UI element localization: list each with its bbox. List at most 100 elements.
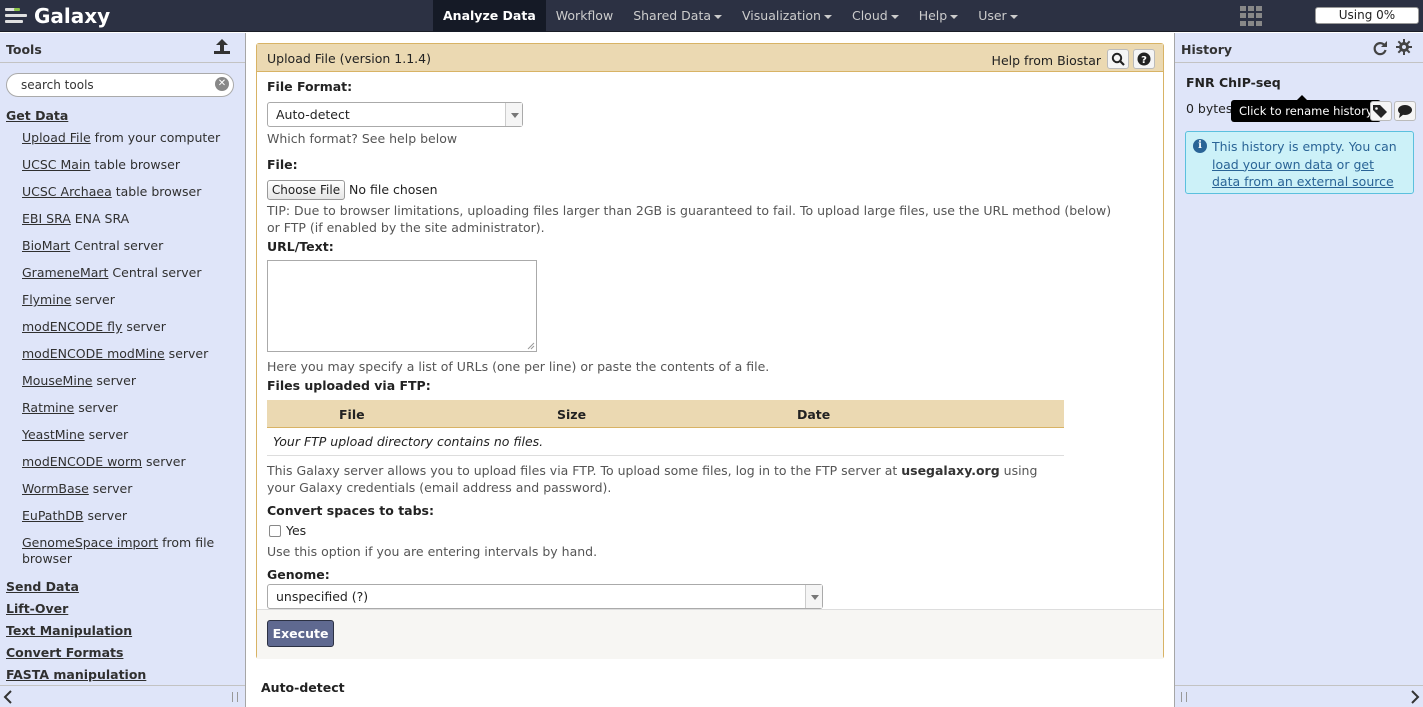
url-text-area[interactable] — [267, 260, 537, 352]
convert-spaces-option[interactable]: Yes — [286, 523, 306, 538]
tool-item[interactable]: modENCODE modMine server — [0, 346, 245, 373]
tool-link[interactable]: YeastMine — [22, 427, 85, 442]
resize-grip-icon[interactable] — [1181, 692, 1187, 702]
tool-link[interactable]: UCSC Archaea — [22, 184, 112, 199]
tool-link[interactable]: Upload File — [22, 130, 91, 145]
tool-item[interactable]: MouseMine server — [0, 373, 245, 400]
galaxy-logo-icon — [2, 3, 30, 29]
tool-item[interactable]: WormBase server — [0, 481, 245, 508]
nav-tab-analyze-data[interactable]: Analyze Data — [433, 0, 546, 32]
tool-description: table browser — [90, 157, 180, 172]
file-label: File: — [267, 157, 298, 172]
chevron-down-icon — [805, 585, 822, 608]
caret-down-icon — [890, 14, 899, 19]
collapse-left-icon[interactable] — [3, 690, 13, 704]
form-title-bar: Upload File (version 1.1.4) Help from Bi… — [257, 44, 1163, 72]
refresh-icon[interactable] — [1372, 40, 1388, 56]
main-nav: Analyze Data Workflow Shared Data Visualiza… — [433, 0, 1028, 32]
choose-file-button[interactable]: Choose File — [267, 180, 345, 200]
caret-down-icon — [950, 14, 959, 19]
tools-panel: Tools search tools ✕ Get Data Upload Fil… — [0, 33, 246, 707]
tool-item[interactable]: EBI SRA ENA SRA — [0, 211, 245, 238]
tool-item[interactable]: GrameneMart Central server — [0, 265, 245, 292]
tool-link[interactable]: GenomeSpace import — [22, 535, 158, 550]
tool-link[interactable]: modENCODE modMine — [22, 346, 165, 361]
url-text-label: URL/Text: — [267, 239, 334, 254]
gear-icon[interactable] — [1396, 39, 1412, 55]
load-own-data-link[interactable]: load your own data — [1212, 157, 1333, 172]
tool-link[interactable]: Ratmine — [22, 400, 74, 415]
tool-item[interactable]: modENCODE worm server — [0, 454, 245, 481]
nav-tab-user[interactable]: User — [968, 0, 1028, 32]
tool-item[interactable]: Ratmine server — [0, 400, 245, 427]
tool-description: from your computer — [90, 130, 221, 145]
tags-button[interactable] — [1370, 101, 1392, 121]
clear-search-icon[interactable]: ✕ — [215, 77, 229, 91]
tags-icon — [1373, 105, 1387, 118]
file-tip: TIP: Due to browser limitations, uploadi… — [267, 203, 1112, 235]
tool-link[interactable]: WormBase — [22, 481, 89, 496]
genome-label: Genome: — [267, 567, 330, 582]
tools-container: Upload File from your computer UCSC Main … — [0, 130, 245, 579]
ftp-table-header: File Size Date — [267, 400, 1064, 428]
tool-description: server — [92, 373, 136, 388]
nav-tab-visualization[interactable]: Visualization — [732, 0, 842, 32]
apps-grid-icon[interactable] — [1240, 6, 1262, 26]
tool-item[interactable]: EuPathDB server — [0, 508, 245, 535]
tool-search-input[interactable]: search tools — [6, 73, 234, 97]
tool-item[interactable]: YeastMine server — [0, 427, 245, 454]
caret-down-icon — [823, 14, 832, 19]
brand[interactable]: Galaxy — [2, 3, 110, 29]
file-format-select[interactable]: Auto-detect — [267, 102, 523, 127]
tool-item[interactable]: GenomeSpace import from file browser — [0, 535, 220, 579]
comment-icon — [1398, 105, 1412, 118]
tool-section-get-data[interactable]: Get Data — [0, 108, 245, 130]
convert-spaces-checkbox[interactable] — [269, 525, 281, 537]
tool-link[interactable]: Flymine — [22, 292, 71, 307]
tools-panel-header: Tools — [0, 33, 245, 63]
tool-description: table browser — [111, 184, 202, 199]
help-button[interactable]: ? — [1133, 49, 1155, 69]
tool-section-convert-formats[interactable]: Convert Formats — [0, 645, 245, 667]
nav-tab-label: Workflow — [555, 8, 614, 23]
upload-icon[interactable] — [213, 39, 231, 55]
tool-section-text-manipulation[interactable]: Text Manipulation — [0, 623, 245, 645]
tool-item[interactable]: UCSC Main table browser — [0, 157, 245, 184]
sections-container: Send Data Lift-Over Text Manipulation Conve… — [0, 579, 245, 689]
tool-item[interactable]: modENCODE fly server — [0, 319, 245, 346]
tool-section-send-data[interactable]: Send Data — [0, 579, 245, 601]
ftp-col-size: Size — [557, 407, 587, 422]
help-section-heading: Auto-detect — [261, 680, 345, 695]
tool-link[interactable]: UCSC Main — [22, 157, 90, 172]
search-biostar-button[interactable] — [1107, 49, 1129, 69]
tool-link[interactable]: modENCODE fly — [22, 319, 122, 334]
nav-tab-shared-data[interactable]: Shared Data — [623, 0, 732, 32]
help-from-biostar[interactable]: Help from Biostar — [992, 53, 1101, 68]
ftp-host: usegalaxy.org — [901, 463, 1000, 478]
execute-button[interactable]: Execute — [267, 620, 334, 647]
genome-select[interactable]: unspecified (?) — [267, 584, 823, 609]
tool-description: server — [142, 454, 186, 469]
ftp-table: File Size Date Your FTP upload directory… — [267, 400, 1064, 456]
tool-link[interactable]: modENCODE worm — [22, 454, 142, 469]
nav-tab-workflow[interactable]: Workflow — [546, 0, 623, 32]
history-name[interactable]: FNR ChIP-seq — [1186, 75, 1281, 90]
quota-meter[interactable]: Using 0% — [1315, 7, 1419, 24]
tool-description: server — [164, 346, 209, 361]
nav-tab-cloud[interactable]: Cloud — [842, 0, 909, 32]
tool-link[interactable]: MouseMine — [22, 373, 92, 388]
tool-link[interactable]: EBI SRA — [22, 211, 71, 226]
annotation-button[interactable] — [1394, 101, 1416, 121]
tool-link[interactable]: BioMart — [22, 238, 70, 253]
tool-item[interactable]: BioMart Central server — [0, 238, 245, 265]
nav-tab-help[interactable]: Help — [909, 0, 969, 32]
collapse-right-icon[interactable] — [1410, 690, 1420, 704]
tool-link[interactable]: EuPathDB — [22, 508, 83, 523]
resize-handle-icon[interactable] — [527, 342, 535, 350]
tool-link[interactable]: GrameneMart — [22, 265, 108, 280]
tool-section-lift-over[interactable]: Lift-Over — [0, 601, 245, 623]
tool-item[interactable]: UCSC Archaea table browser — [0, 184, 245, 211]
tool-item[interactable]: Flymine server — [0, 292, 245, 319]
resize-grip-icon[interactable] — [232, 692, 238, 702]
tool-item[interactable]: Upload File from your computer — [0, 130, 245, 157]
